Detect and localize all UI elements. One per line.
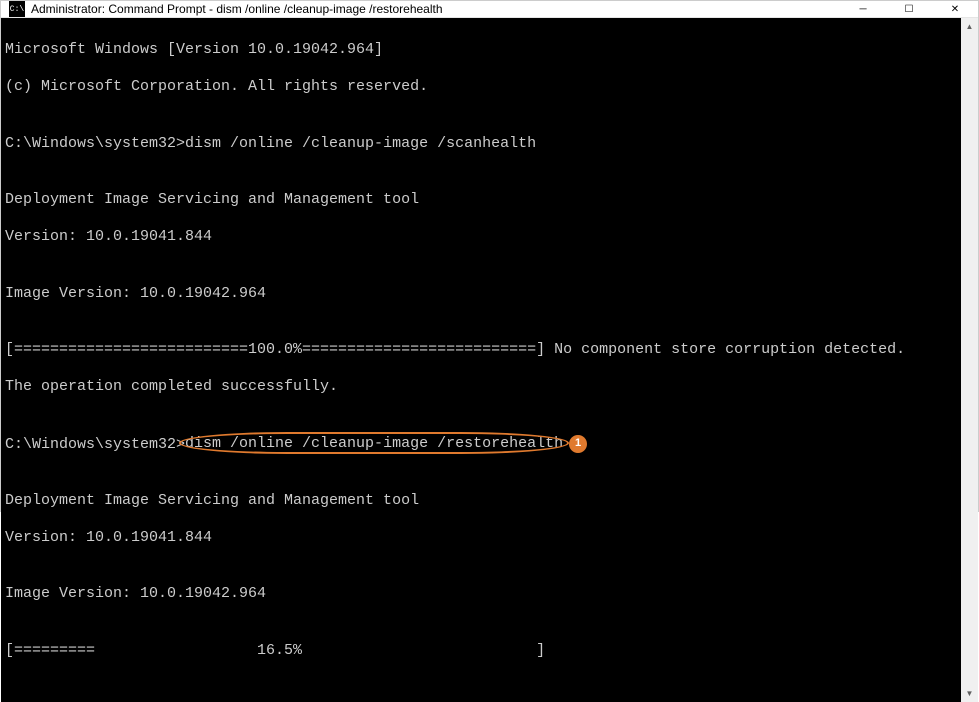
command-line: C:\Windows\system32>dism /online /cleanu…: [5, 435, 957, 455]
terminal-output[interactable]: Microsoft Windows [Version 10.0.19042.96…: [1, 18, 961, 702]
window-title: Administrator: Command Prompt - dism /on…: [31, 2, 840, 16]
terminal-container: Microsoft Windows [Version 10.0.19042.96…: [1, 18, 978, 702]
minimize-button[interactable]: ─: [840, 1, 886, 17]
highlighted-command: dism /online /cleanup-image /restoreheal…: [185, 435, 563, 452]
output-line: Version: 10.0.19041.844: [5, 529, 957, 548]
scrollbar-down-arrow-icon[interactable]: ▼: [961, 685, 978, 702]
cmd-icon: C:\: [9, 1, 25, 17]
output-line: Deployment Image Servicing and Managemen…: [5, 492, 957, 511]
progress-line: [========= 16.5% ]: [5, 642, 957, 661]
output-line: [==========================100.0%=======…: [5, 341, 957, 360]
command-text: dism /online /cleanup-image /scanhealth: [185, 135, 536, 152]
maximize-button[interactable]: ☐: [886, 1, 932, 17]
titlebar[interactable]: C:\ Administrator: Command Prompt - dism…: [1, 1, 978, 18]
scrollbar-up-arrow-icon[interactable]: ▲: [961, 18, 978, 35]
output-line: Deployment Image Servicing and Managemen…: [5, 191, 957, 210]
command-prompt-window: C:\ Administrator: Command Prompt - dism…: [0, 0, 979, 512]
output-line: Microsoft Windows [Version 10.0.19042.96…: [5, 41, 957, 60]
window-controls: ─ ☐ ✕: [840, 1, 978, 17]
close-button[interactable]: ✕: [932, 1, 978, 17]
command-line: C:\Windows\system32>dism /online /cleanu…: [5, 135, 957, 154]
prompt: C:\Windows\system32>: [5, 435, 185, 452]
output-line: The operation completed successfully.: [5, 378, 957, 397]
output-line: (c) Microsoft Corporation. All rights re…: [5, 78, 957, 97]
command-text: dism /online /cleanup-image /restoreheal…: [185, 435, 563, 452]
prompt: C:\Windows\system32>: [5, 135, 185, 152]
output-line: Image Version: 10.0.19042.964: [5, 285, 957, 304]
vertical-scrollbar[interactable]: ▲ ▼: [961, 18, 978, 702]
output-line: Version: 10.0.19041.844: [5, 228, 957, 247]
output-line: Image Version: 10.0.19042.964: [5, 585, 957, 604]
callout-badge: 1: [569, 435, 587, 453]
scrollbar-track[interactable]: [961, 35, 978, 685]
